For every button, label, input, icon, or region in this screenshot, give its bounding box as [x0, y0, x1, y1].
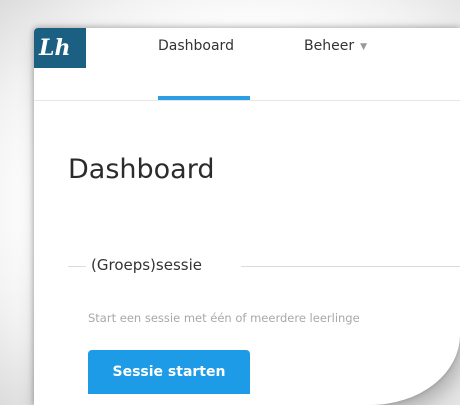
top-navbar: Lh Dashboard Beheer ▼	[34, 28, 460, 101]
caret-down-icon: ▼	[360, 42, 367, 52]
session-section-title: (Groeps)sessie	[91, 256, 202, 274]
screenshot-frame: Lh Dashboard Beheer ▼ Dashboard (Groeps)s…	[0, 0, 460, 405]
section-divider-right	[241, 266, 460, 267]
start-session-button[interactable]: Sessie starten	[88, 350, 250, 394]
session-description: Start een sessie met één of meerdere lee…	[88, 311, 360, 325]
nav-item-dashboard-label: Dashboard	[158, 38, 234, 54]
nav-item-beheer-label: Beheer	[304, 38, 355, 54]
nav-item-dashboard[interactable]: Dashboard	[158, 38, 234, 54]
nav-item-beheer[interactable]: Beheer ▼	[304, 38, 367, 54]
page-title: Dashboard	[68, 154, 215, 185]
brand-logo[interactable]: Lh	[34, 28, 86, 68]
app-window: Lh Dashboard Beheer ▼ Dashboard (Groeps)s…	[34, 28, 460, 405]
active-nav-indicator	[158, 96, 250, 100]
section-divider-left	[68, 266, 86, 267]
